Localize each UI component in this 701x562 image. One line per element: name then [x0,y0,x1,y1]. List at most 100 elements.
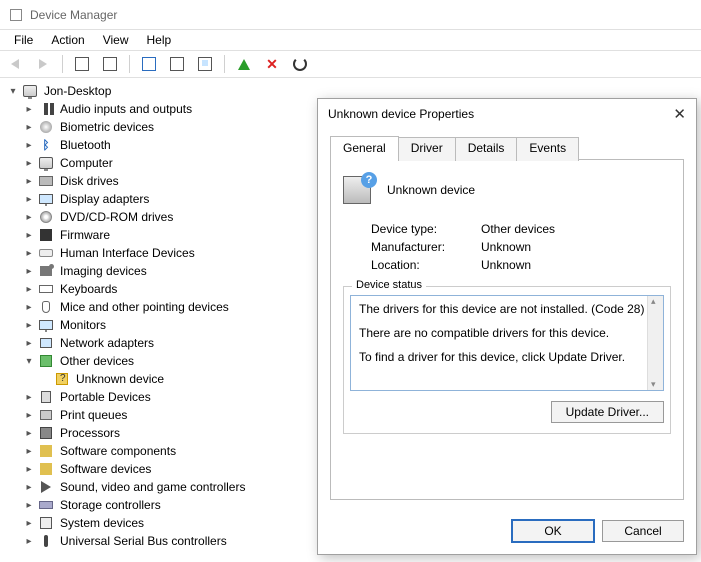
tree-label: Other devices [58,353,136,369]
computer-icon [22,83,38,99]
tree-twisty-closed-icon[interactable]: ▸ [22,336,36,350]
tree-twisty-closed-icon[interactable]: ▸ [22,390,36,404]
tab-details[interactable]: Details [455,137,518,161]
tree-twisty-closed-icon[interactable]: ▸ [22,156,36,170]
dialog-button-row: OK Cancel [318,510,696,554]
tree-twisty-closed-icon[interactable]: ▸ [22,480,36,494]
device-status-group: Device status The drivers for this devic… [343,286,671,434]
properties-button[interactable] [99,53,121,75]
tree-twisty-closed-icon[interactable]: ▸ [22,174,36,188]
manufacturer-label: Manufacturer: [371,240,481,254]
properties-dialog: Unknown device Properties ✕ General Driv… [317,98,697,555]
tab-driver[interactable]: Driver [398,137,456,161]
firmware-icon [38,227,54,243]
tree-twisty-closed-icon[interactable]: ▸ [22,192,36,206]
tab-events[interactable]: Events [516,137,579,161]
hid-icon [38,245,54,261]
add-hardware-icon [238,59,250,70]
tree-label: Audio inputs and outputs [58,101,194,117]
tree-twisty-closed-icon[interactable]: ▸ [22,408,36,422]
tree-label: Bluetooth [58,137,113,153]
tree-twisty-closed-icon[interactable]: ▸ [22,498,36,512]
tree-label: Print queues [58,407,129,423]
tree-label: Disk drives [58,173,121,189]
device-type-value: Other devices [481,222,555,236]
mouse-icon [38,299,54,315]
tree-label: Human Interface Devices [58,245,197,261]
software-components-icon [38,443,54,459]
tree-twisty-closed-icon[interactable]: ▸ [22,426,36,440]
update-driver-button[interactable]: Update Driver... [551,401,664,423]
scrollbar[interactable] [647,296,663,390]
tree-twisty-closed-icon[interactable]: ▸ [22,228,36,242]
back-button[interactable] [4,53,26,75]
tree-twisty-closed-icon[interactable]: ▸ [22,138,36,152]
tree-label: Portable Devices [58,389,153,405]
tree-label: Monitors [58,317,108,333]
disk-icon [38,173,54,189]
tree-twisty-closed-icon[interactable]: ▸ [22,318,36,332]
dialog-title: Unknown device Properties [328,107,474,121]
tree-label: Software devices [58,461,153,477]
uninstall-button[interactable]: ✕ [261,53,283,75]
portable-icon [38,389,54,405]
sound-icon [38,479,54,495]
device-status-group-label: Device status [352,279,426,291]
tree-label: Universal Serial Bus controllers [58,533,229,549]
toolbar-separator [224,55,225,73]
close-icon[interactable]: ✕ [673,105,686,123]
add-legacy-button[interactable] [233,53,255,75]
tree-twisty-closed-icon[interactable]: ▸ [22,300,36,314]
tree-label: Processors [58,425,122,441]
tree-twisty-closed-icon[interactable]: ▸ [22,246,36,260]
storage-icon [38,497,54,513]
tree-twisty-closed-icon[interactable]: ▸ [22,210,36,224]
arrow-left-icon [11,59,19,69]
show-hide-tree-button[interactable] [71,53,93,75]
location-value: Unknown [481,258,531,272]
tree-twisty-closed-icon[interactable]: ▸ [22,282,36,296]
tab-general[interactable]: General [330,136,399,160]
scan-hardware-button[interactable] [194,53,216,75]
cancel-button[interactable]: Cancel [602,520,684,542]
menu-view[interactable]: View [95,31,137,49]
panel-icon [75,57,89,71]
display-icon [38,191,54,207]
network-icon [38,335,54,351]
help-button[interactable] [138,53,160,75]
action-button[interactable] [166,53,188,75]
tree-label: Network adapters [58,335,156,351]
audio-icon [38,101,54,117]
cpu-icon [38,425,54,441]
dialog-titlebar[interactable]: Unknown device Properties ✕ [318,99,696,129]
tree-twisty-open-icon[interactable]: ▾ [22,354,36,368]
menu-help[interactable]: Help [139,31,180,49]
other-devices-icon [38,353,54,369]
tree-label: Imaging devices [58,263,149,279]
tree-twisty-open-icon[interactable]: ▾ [6,84,20,98]
monitor-icon [198,57,212,71]
tree-twisty-closed-icon[interactable]: ▸ [22,102,36,116]
tree-label: Firmware [58,227,112,243]
device-large-icon: ? [343,174,375,206]
update-driver-toolbar-button[interactable] [289,53,311,75]
forward-button[interactable] [32,53,54,75]
tree-twisty-closed-icon[interactable]: ▸ [22,264,36,278]
location-label: Location: [371,258,481,272]
tree-twisty-closed-icon[interactable]: ▸ [22,462,36,476]
tree-twisty-closed-icon[interactable]: ▸ [22,444,36,458]
tree-twisty-closed-icon[interactable]: ▸ [22,534,36,548]
menu-action[interactable]: Action [43,31,92,49]
arrow-right-icon [39,59,47,69]
tree-twisty-closed-icon[interactable]: ▸ [22,516,36,530]
imaging-icon [38,263,54,279]
system-icon [38,515,54,531]
usb-icon [38,533,54,549]
question-badge-icon: ? [361,172,377,188]
manufacturer-value: Unknown [481,240,531,254]
monitor-icon [38,317,54,333]
menu-file[interactable]: File [6,31,41,49]
ok-button[interactable]: OK [512,520,594,542]
tree-twisty-closed-icon[interactable]: ▸ [22,120,36,134]
device-status-textbox[interactable]: The drivers for this device are not inst… [350,295,664,391]
